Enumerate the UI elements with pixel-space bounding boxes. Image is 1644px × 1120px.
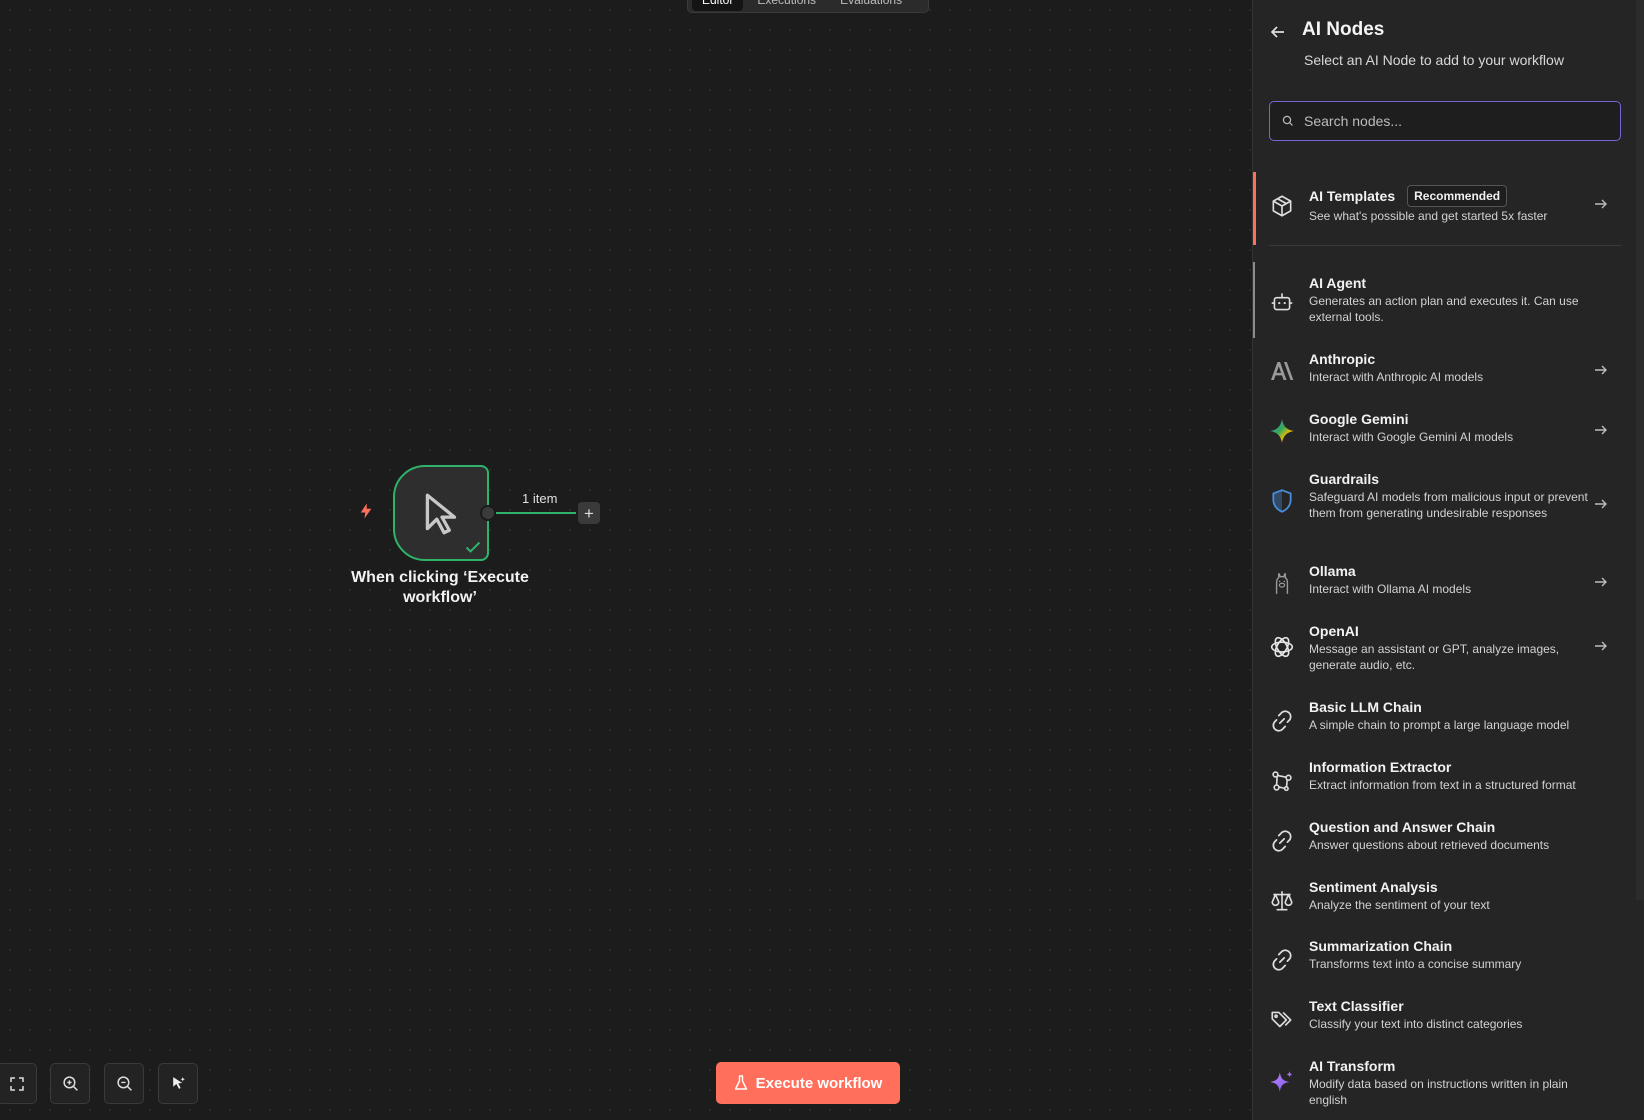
node-item-anthropic[interactable]: Anthropic Interact with Anthropic AI mod… [1253,350,1637,394]
node-item-basic-llm-chain[interactable]: Basic LLM Chain A simple chain to prompt… [1253,698,1637,742]
shield-icon [1272,489,1292,513]
node-item-ai-agent[interactable]: AI Agent Generates an action plan and ex… [1253,274,1637,334]
node-item-name: OpenAI [1309,623,1359,639]
openai-icon [1270,636,1294,658]
ai-templates-name: AI Templates [1309,188,1396,204]
robot-icon [1271,293,1293,311]
arrow-right-icon [1595,641,1607,651]
zoom-out-icon [116,1076,132,1091]
node-item-name: Basic LLM Chain [1309,699,1422,715]
sparkles-icon [1270,1071,1293,1092]
search-icon [1282,115,1293,126]
node-item-openai[interactable]: OpenAI Message an assistant or GPT, anal… [1253,622,1637,682]
node-item-desc: Transforms text into a concise summary [1309,957,1522,971]
node-item-name: Guardrails [1309,471,1380,487]
fit-view-button[interactable] [0,1063,37,1104]
node-item-desc: A simple chain to prompt a large languag… [1309,718,1570,732]
box-icon [1272,195,1292,217]
node-item-name: Text Classifier [1309,998,1404,1014]
node-item-name: Question and Answer Chain [1309,819,1496,835]
node-item-question-answer-chain[interactable]: Question and Answer Chain Answer questio… [1253,818,1637,862]
node-item-desc: Interact with Google Gemini AI models [1309,430,1514,444]
panel-header: AI Nodes Select an AI Node to add to you… [1253,0,1644,88]
connection-line[interactable] [496,512,576,514]
search-input[interactable] [1304,113,1604,129]
zoom-in-icon [62,1076,78,1091]
trigger-bolt-icon [360,503,372,519]
node-item-name: Sentiment Analysis [1309,879,1438,895]
panel-subtitle: Select an AI Node to add to your workflo… [1304,52,1564,68]
arrow-right-icon [1595,425,1607,435]
node-item-desc: Safeguard AI models from malicious input… [1309,490,1588,520]
node-creator-panel: AI Nodes Select an AI Node to add to you… [1252,0,1644,1120]
back-arrow-icon[interactable] [1268,22,1288,42]
tab-editor[interactable]: Editor [692,0,744,11]
node-item-desc: Classify your text into distinct categor… [1309,1017,1523,1031]
node-item-google-gemini[interactable]: Google Gemini Interact with Google Gemin… [1253,410,1637,454]
node-item-desc: Answer questions about retrieved documen… [1309,838,1550,852]
manual-trigger-node[interactable] [393,465,489,561]
workflow-canvas[interactable] [0,0,1252,1120]
zoom-out-button[interactable] [104,1063,144,1104]
wand-icon [172,1077,185,1089]
link-icon [1272,710,1292,732]
node-item-name: AI Agent [1309,275,1367,291]
tab-executions[interactable]: Executions [747,0,826,11]
nodes-icon [1272,771,1292,792]
scale-icon [1271,891,1293,911]
search-box[interactable] [1269,101,1621,141]
execute-workflow-label: Execute workflow [755,1074,883,1092]
node-item-summarization-chain[interactable]: Summarization Chain Transforms text into… [1253,937,1637,981]
node-item-desc: Generates an action plan and executes it… [1309,294,1579,324]
ai-templates-desc: See what's possible and get started 5x f… [1309,209,1548,223]
execute-workflow-button[interactable]: Execute workflow [716,1062,900,1104]
zoom-in-button[interactable] [50,1063,90,1104]
node-item-desc: Interact with Ollama AI models [1309,582,1472,596]
node-item-name: Anthropic [1309,351,1376,367]
node-item-name: AI Transform [1309,1058,1396,1074]
arrow-right-icon [1595,365,1607,375]
connection-item-count: 1 item [522,491,558,506]
tags-icon [1271,1011,1292,1028]
arrow-right-icon [1595,499,1607,509]
node-item-desc: Modify data based on instructions writte… [1309,1077,1568,1107]
node-item-desc: Message an assistant or GPT, analyze ima… [1309,642,1560,672]
success-check-icon [465,541,481,553]
cursor-icon [425,493,457,535]
node-item-sentiment-analysis[interactable]: Sentiment Analysis Analyze the sentiment… [1253,878,1637,922]
llama-icon [1275,572,1289,594]
view-tabs: Editor Executions Evaluations [687,0,929,13]
node-item-ai-transform[interactable]: AI Transform Modify data based on instru… [1253,1057,1637,1117]
node-item-guardrails[interactable]: Guardrails Safeguard AI models from mali… [1253,470,1637,546]
flask-icon [734,1075,747,1090]
node-item-name: Information Extractor [1309,759,1452,775]
node-item-name: Ollama [1309,563,1356,579]
divider [1269,245,1621,246]
node-item-name: Google Gemini [1309,411,1409,427]
node-item-desc: Analyze the sentiment of your text [1309,898,1490,912]
ai-templates-item[interactable]: AI Templates Recommended See what's possi… [1253,183,1637,233]
node-item-desc: Extract information from text in a struc… [1309,778,1576,792]
anthropic-icon [1271,362,1294,380]
arrow-right-icon [1595,199,1607,209]
panel-title: AI Nodes [1302,19,1385,40]
node-item-ollama[interactable]: Ollama Interact with Ollama AI models [1253,562,1637,606]
recommended-badge: Recommended [1407,185,1508,207]
tab-evaluations[interactable]: Evaluations [830,0,912,11]
link-icon [1272,830,1292,852]
node-item-information-extractor[interactable]: Information Extractor Extract informatio… [1253,758,1637,802]
gemini-icon [1270,419,1294,443]
arrow-right-icon [1595,577,1607,587]
link-icon [1272,949,1292,971]
output-handle[interactable] [480,505,496,521]
node-item-text-classifier[interactable]: Text Classifier Classify your text into … [1253,997,1637,1041]
node-item-desc: Interact with Anthropic AI models [1309,370,1484,384]
scrollbar[interactable] [1636,0,1644,900]
fullscreen-icon [10,1076,24,1091]
node-label: When clicking ‘Execute workflow’ [351,569,529,606]
tidy-up-button[interactable] [158,1063,198,1104]
node-item-name: Summarization Chain [1309,938,1453,954]
add-node-button[interactable]: + [578,502,600,524]
